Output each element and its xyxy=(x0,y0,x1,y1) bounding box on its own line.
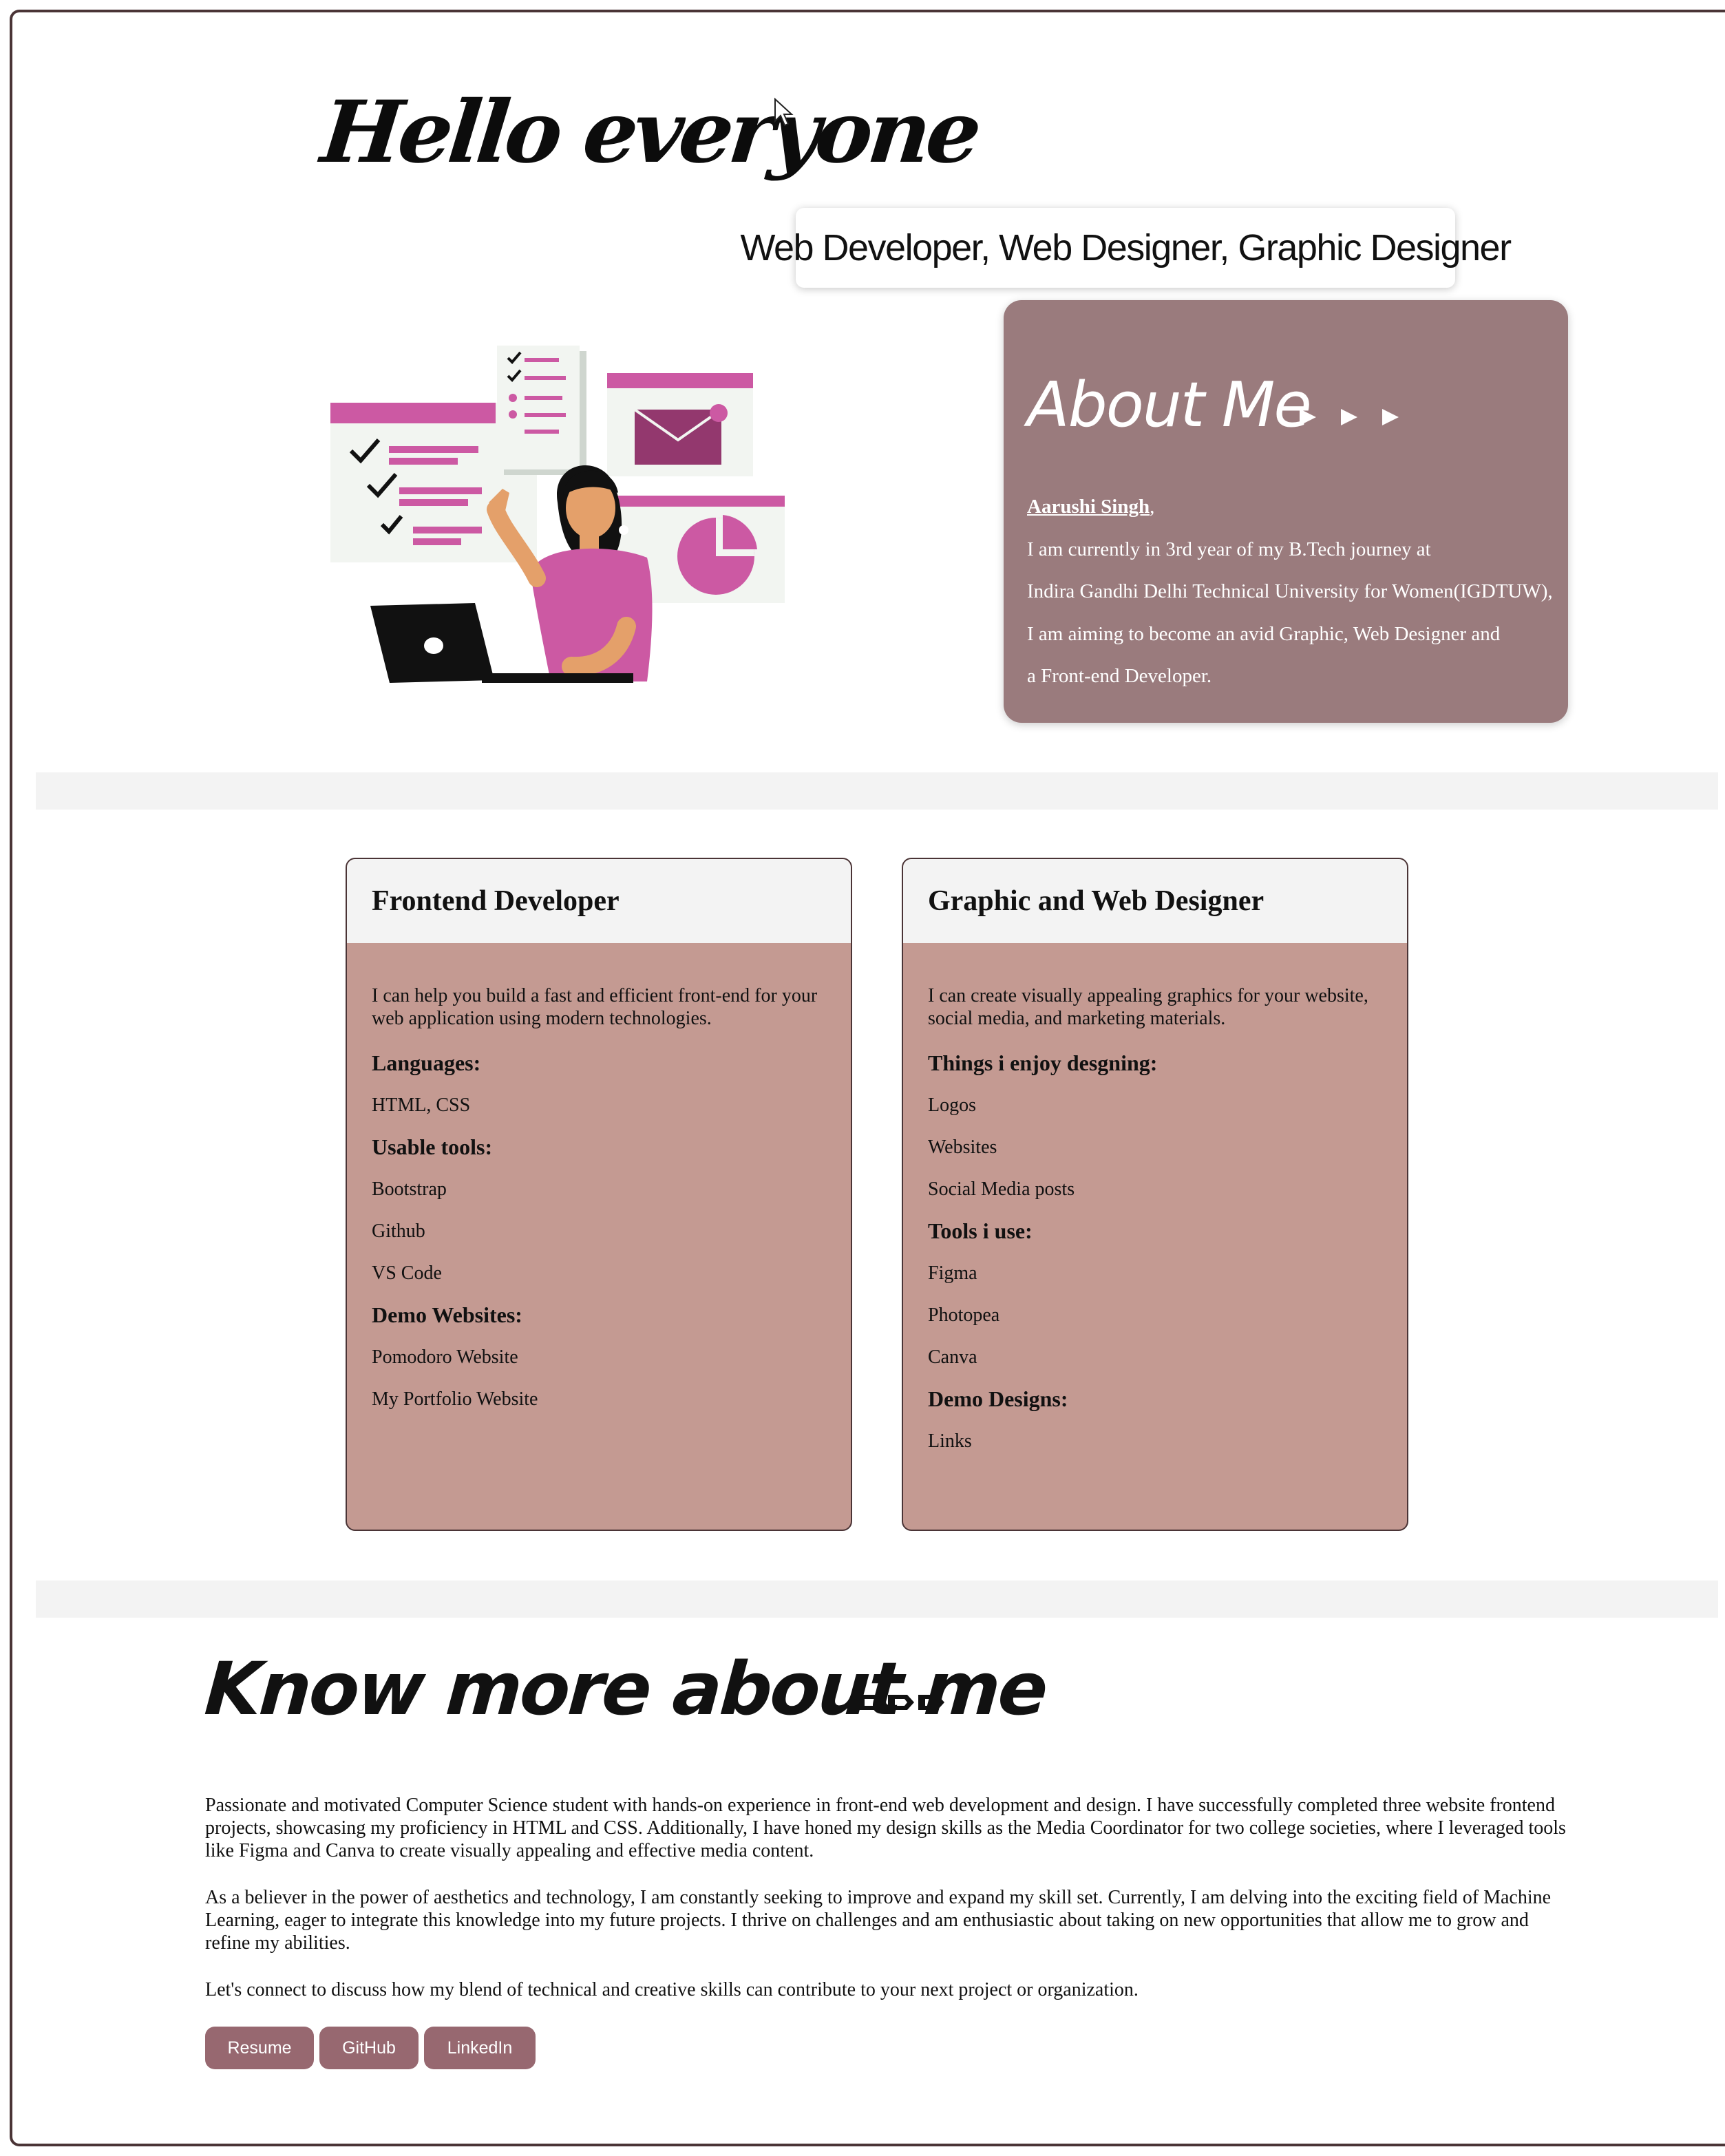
know-more-title: Know more about me xyxy=(202,1647,1049,1731)
github-button[interactable]: GitHub xyxy=(319,2027,419,2069)
card-section-heading: Demo Websites: xyxy=(372,1302,522,1327)
developer-illustration xyxy=(330,346,785,683)
know-more-paragraph: Let's connect to discuss how my blend of… xyxy=(205,1979,1139,2000)
roles-banner: Web Developer, Web Designer, Graphic Des… xyxy=(740,208,1512,288)
list-item: Websites xyxy=(928,1137,997,1158)
list-item: HTML, CSS xyxy=(372,1095,471,1116)
list-item: Social Media posts xyxy=(928,1179,1075,1200)
triple-arrow-icon xyxy=(858,1695,944,1710)
about-line: I am aiming to become an avid Graphic, W… xyxy=(1027,622,1501,645)
resume-button[interactable]: Resume xyxy=(205,2027,314,2069)
card-section-heading: Usable tools: xyxy=(372,1134,493,1159)
card-description: I can help you build a fast and efficien… xyxy=(372,985,818,1029)
list-item: Photopea xyxy=(928,1304,1000,1326)
demo-link-pomodoro[interactable]: Pomodoro Website xyxy=(372,1346,826,1368)
list-item: Canva xyxy=(928,1346,977,1368)
demo-link-portfolio[interactable]: My Portfolio Website xyxy=(372,1388,826,1410)
list-item: Github xyxy=(372,1220,425,1242)
know-more-paragraph: Passionate and motivated Computer Scienc… xyxy=(205,1795,1566,1861)
about-name-suffix: , xyxy=(1150,496,1155,518)
about-line: a Front-end Developer. xyxy=(1027,665,1212,687)
about-me-card: About Me Aarushi Singh, I am currently i… xyxy=(1004,300,1568,723)
list-item: Bootstrap xyxy=(372,1179,447,1200)
know-more-paragraph: As a believer in the power of aesthetics… xyxy=(205,1887,1552,1954)
card-description: I can create visually appealing graphics… xyxy=(928,985,1368,1029)
about-me-text: Aarushi Singh, I am currently in 3rd yea… xyxy=(1027,486,1553,698)
demo-designs-link[interactable]: Links xyxy=(928,1430,1382,1452)
section-divider xyxy=(36,772,1718,810)
mouse-cursor-icon xyxy=(774,98,794,127)
about-line: Indira Gandhi Delhi Technical University… xyxy=(1027,580,1553,602)
card-section-heading: Tools i use: xyxy=(928,1218,1033,1243)
section-divider xyxy=(36,1581,1718,1618)
link-buttons: Resume GitHub LinkedIn xyxy=(205,2027,536,2069)
hero-greeting: Hello everyone xyxy=(317,83,982,182)
card-section-heading: Languages: xyxy=(372,1050,481,1075)
card-title: Frontend Developer xyxy=(347,859,851,943)
list-item: Figma xyxy=(928,1262,977,1284)
graphic-web-designer-card: Graphic and Web Designer I can create vi… xyxy=(902,858,1408,1531)
card-section-heading: Things i enjoy desgning: xyxy=(928,1050,1158,1075)
linkedin-button[interactable]: LinkedIn xyxy=(424,2027,536,2069)
triple-arrow-icon xyxy=(1300,409,1399,425)
about-name-link[interactable]: Aarushi Singh xyxy=(1027,496,1150,518)
list-item: Logos xyxy=(928,1095,976,1116)
list-item: VS Code xyxy=(372,1262,442,1284)
card-section-heading: Demo Designs: xyxy=(928,1386,1068,1411)
about-me-title: About Me xyxy=(1027,369,1312,441)
card-title: Graphic and Web Designer xyxy=(903,859,1407,943)
frontend-developer-card: Frontend Developer I can help you build … xyxy=(346,858,852,1531)
about-line: I am currently in 3rd year of my B.Tech … xyxy=(1027,538,1431,560)
